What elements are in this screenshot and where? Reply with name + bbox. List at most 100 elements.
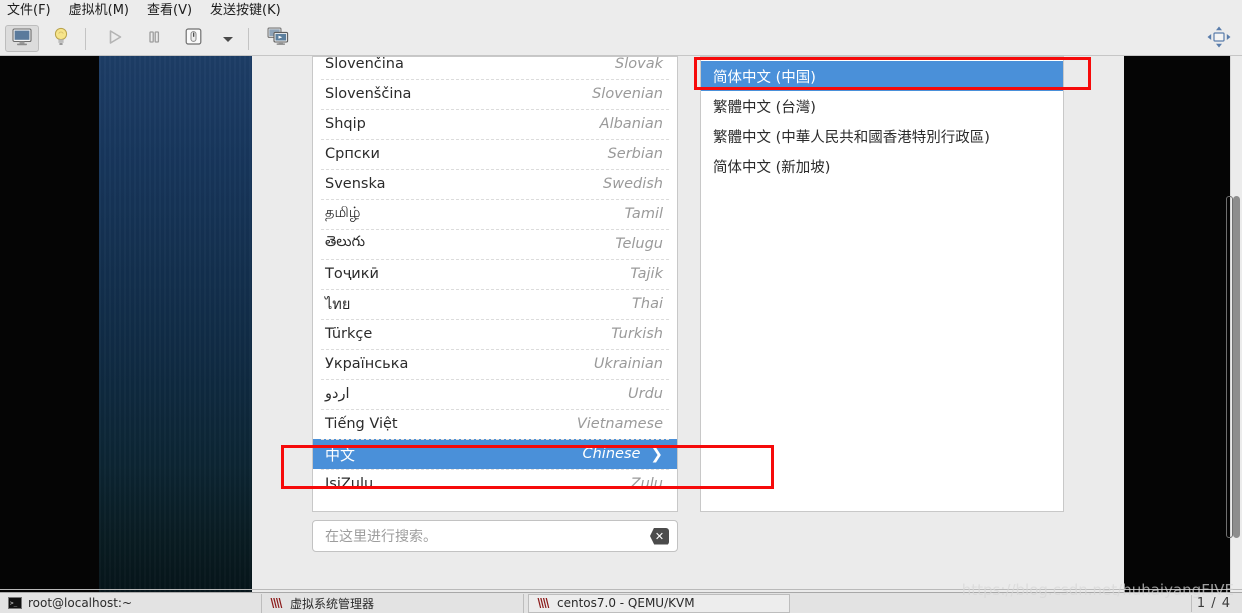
language-row[interactable]: IsiZulu Zulu: [313, 469, 677, 499]
language-row-right: Vietnamese: [577, 416, 663, 432]
language-variant-row[interactable]: 简体中文 (新加坡): [701, 151, 1063, 181]
language-variant-label: 繁體中文 (台灣): [713, 99, 816, 116]
toolbar-separator-2: [248, 27, 249, 50]
terminal-icon: >_: [8, 597, 22, 609]
language-english-name: Swedish: [603, 176, 663, 192]
language-native-name: IsiZulu: [325, 476, 374, 492]
fullscreen-button[interactable]: [1202, 25, 1236, 52]
language-english-name: Slovak: [615, 56, 663, 72]
language-row[interactable]: Українська Ukrainian: [313, 349, 677, 379]
language-native-name: Slovenščina: [325, 86, 412, 102]
vm-icon: [270, 597, 284, 609]
language-variant-row[interactable]: 繁體中文 (中華人民共和國香港特別行政區): [701, 121, 1063, 151]
language-row[interactable]: اردو Urdu: [313, 379, 677, 409]
toolbar: [0, 22, 1242, 56]
language-english-name: Tamil: [624, 206, 663, 222]
language-row[interactable]: Svenska Swedish: [313, 169, 677, 199]
language-row[interactable]: ไทย Thai: [313, 289, 677, 319]
console-view-button[interactable]: [5, 25, 39, 52]
resize-icon: [1206, 25, 1232, 53]
taskbar-item-virt-manager[interactable]: 虚拟系统管理器: [262, 593, 524, 613]
language-native-name: Српски: [325, 146, 380, 162]
language-english-name: Serbian: [607, 146, 663, 162]
language-list[interactable]: Slovenčina Slovak Slovenščina Slovenian Shqi…: [312, 56, 678, 512]
menu-bar: 文件(F) 虚拟机(M) 查看(V) 发送按键(K): [0, 0, 1242, 22]
language-row[interactable]: Slovenščina Slovenian: [313, 79, 677, 109]
guest-screen-wallpaper: [99, 56, 252, 592]
language-row[interactable]: Српски Serbian: [313, 139, 677, 169]
menu-file[interactable]: 文件(F): [0, 0, 60, 22]
guest-scrollbar-track[interactable]: [1226, 196, 1233, 538]
taskbar-label-virt-manager: 虚拟系统管理器: [290, 596, 375, 611]
shutdown-icon: [184, 27, 203, 50]
virt-manager-window: 文件(F) 虚拟机(M) 查看(V) 发送按键(K) Slovenčina Sl…: [0, 0, 1242, 613]
guest-screen-right-letterbox: [1124, 56, 1231, 592]
language-row-right: Swedish: [603, 176, 663, 192]
language-row-right: Urdu: [628, 386, 663, 402]
language-row[interactable]: 中文 Chinese ❯: [313, 439, 677, 469]
language-native-name: Slovenčina: [325, 56, 404, 72]
language-variant-list[interactable]: 简体中文 (中国) 繁體中文 (台灣) 繁體中文 (中華人民共和國香港特別行政區) 简…: [700, 56, 1064, 512]
taskbar-label-centos-vm: centos7.0 - QEMU/KVM: [557, 596, 695, 610]
shutdown-button[interactable]: [176, 25, 210, 52]
language-row-right: Turkish: [611, 326, 663, 342]
taskbar-item-terminal[interactable]: >_ root@localhost:~: [0, 593, 262, 613]
language-row-right: Ukrainian: [594, 356, 663, 372]
language-native-name: Svenska: [325, 176, 386, 192]
language-english-name: Zulu: [630, 476, 663, 492]
language-row-right: Telugu: [615, 236, 663, 252]
pause-button[interactable]: [137, 25, 171, 52]
menu-virtual-machine[interactable]: 虚拟机(M): [60, 0, 138, 22]
search-input[interactable]: 在这里进行搜索。: [325, 526, 650, 546]
language-native-name: Українська: [325, 356, 409, 372]
window-scrollbar-thumb[interactable]: [1233, 196, 1240, 538]
language-native-name: اردو: [325, 386, 350, 402]
menu-send-key[interactable]: 发送按键(K): [201, 0, 290, 22]
lightbulb-icon: [52, 27, 70, 50]
svg-text:>_: >_: [10, 600, 18, 607]
language-english-name: Tajik: [630, 266, 663, 282]
pause-icon: [145, 28, 163, 50]
clear-x-icon[interactable]: ✕: [650, 527, 669, 545]
language-row[interactable]: Tiếng Việt Vietnamese: [313, 409, 677, 439]
monitor-icon: [12, 27, 32, 50]
language-native-name: Тоҷикӣ: [325, 266, 379, 282]
screens-icon: [267, 27, 289, 50]
language-row[interactable]: తెలుగు Telugu: [313, 229, 677, 259]
language-row[interactable]: Shqip Albanian: [313, 109, 677, 139]
language-row[interactable]: Slovenčina Slovak: [313, 56, 677, 79]
language-row[interactable]: தமிழ் Tamil: [313, 199, 677, 229]
details-view-button[interactable]: [44, 25, 78, 52]
language-english-name: Chinese: [582, 446, 641, 462]
language-native-name: Tiếng Việt: [325, 416, 398, 432]
language-native-name: 中文: [325, 445, 356, 464]
language-english-name: Urdu: [628, 386, 663, 402]
menu-view[interactable]: 查看(V): [138, 0, 201, 22]
language-row-right: Slovenian: [592, 86, 663, 102]
language-english-name: Thai: [632, 296, 663, 312]
snapshots-button[interactable]: [261, 25, 295, 52]
language-row[interactable]: Türkçe Turkish: [313, 319, 677, 349]
taskbar-divider: [0, 589, 1242, 590]
shutdown-options-button[interactable]: [215, 25, 241, 52]
language-variant-row[interactable]: 简体中文 (中国): [701, 61, 1063, 91]
language-english-name: Slovenian: [592, 86, 663, 102]
language-native-name: தமிழ்: [325, 205, 361, 221]
taskbar: >_ root@localhost:~ 虚拟系统管理器 centos7.0 - …: [0, 592, 1242, 613]
chevron-right-icon: ❯: [650, 445, 663, 463]
language-variant-label: 简体中文 (中国): [713, 69, 816, 86]
language-english-name: Albanian: [599, 116, 663, 132]
language-row-right: Chinese ❯: [582, 445, 663, 463]
run-button[interactable]: [98, 25, 132, 52]
taskbar-item-centos-vm[interactable]: centos7.0 - QEMU/KVM: [528, 593, 790, 613]
language-row-right: Thai: [632, 296, 663, 312]
language-variant-label: 简体中文 (新加坡): [713, 159, 831, 176]
language-native-name: ไทย: [325, 296, 351, 313]
toolbar-separator-1: [85, 27, 86, 50]
workspace-pager[interactable]: 1 / 4: [1190, 595, 1236, 612]
guest-screen-left-letterbox: [0, 56, 99, 592]
search-box[interactable]: 在这里进行搜索。 ✕: [312, 520, 678, 552]
language-row[interactable]: Тоҷикӣ Tajik: [313, 259, 677, 289]
language-variant-row[interactable]: 繁體中文 (台灣): [701, 91, 1063, 121]
taskbar-label-terminal: root@localhost:~: [28, 596, 133, 610]
